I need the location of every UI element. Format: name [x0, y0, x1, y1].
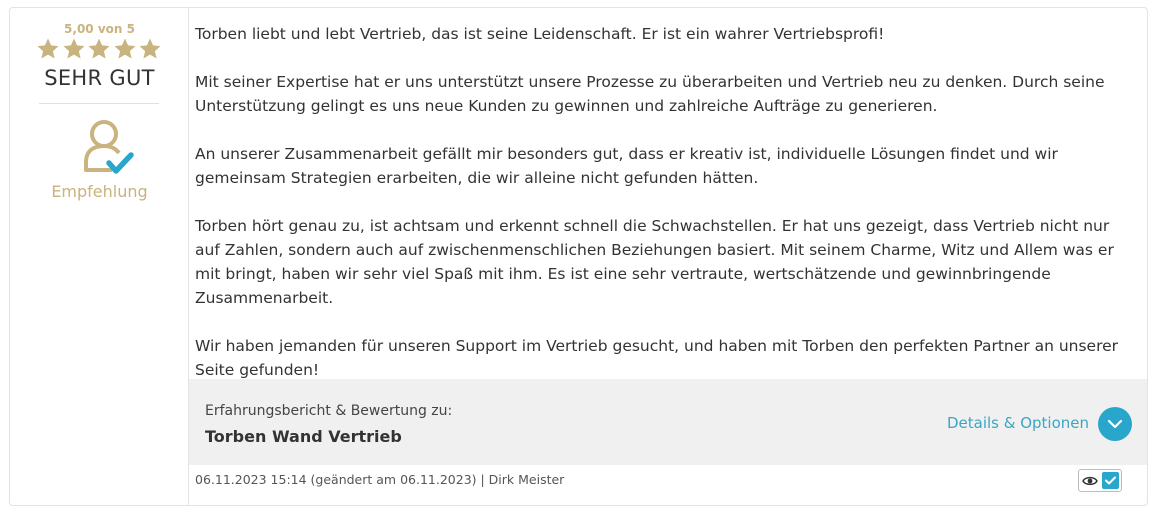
chevron-down-icon — [1107, 419, 1123, 429]
review-paragraph: Torben liebt und lebt Vertrieb, das ist … — [195, 25, 885, 43]
review-body: Torben liebt und lebt Vertrieb, das ist … — [195, 22, 1130, 406]
review-paragraph: An unserer Zusammenarbeit gefällt mir be… — [195, 145, 1058, 187]
star-icon — [139, 38, 161, 59]
star-rating — [36, 37, 162, 61]
person-check-icon — [84, 120, 134, 174]
star-icon — [114, 38, 135, 59]
star-icon — [88, 38, 110, 59]
eye-icon[interactable] — [1082, 475, 1098, 487]
rating-panel: 5,00 von 5 SEHR GUT Empfehlung — [10, 8, 189, 505]
company-name: Torben Wand Vertrieb — [205, 427, 402, 446]
review-paragraph: Torben hört genau zu, ist achtsam und er… — [195, 217, 1114, 307]
star-icon — [37, 38, 59, 59]
details-options-link[interactable]: Details & Optionen — [947, 414, 1089, 432]
details-toggle-button[interactable] — [1098, 407, 1132, 441]
rating-score: 5,00 von 5 — [64, 22, 135, 36]
review-actions — [1078, 469, 1122, 492]
divider — [39, 103, 159, 104]
review-paragraph: Mit seiner Expertise hat er uns unterstü… — [195, 73, 1105, 115]
review-meta: 06.11.2023 15:14 (geändert am 06.11.2023… — [195, 472, 565, 487]
verified-checkbox[interactable] — [1102, 472, 1119, 489]
rating-label: SEHR GUT — [44, 66, 155, 90]
checkmark-icon — [1105, 476, 1116, 485]
star-icon — [63, 38, 84, 59]
recommendation-label: Empfehlung — [51, 182, 148, 201]
review-paragraph: Wir haben jemanden für unseren Support i… — [195, 337, 1119, 379]
